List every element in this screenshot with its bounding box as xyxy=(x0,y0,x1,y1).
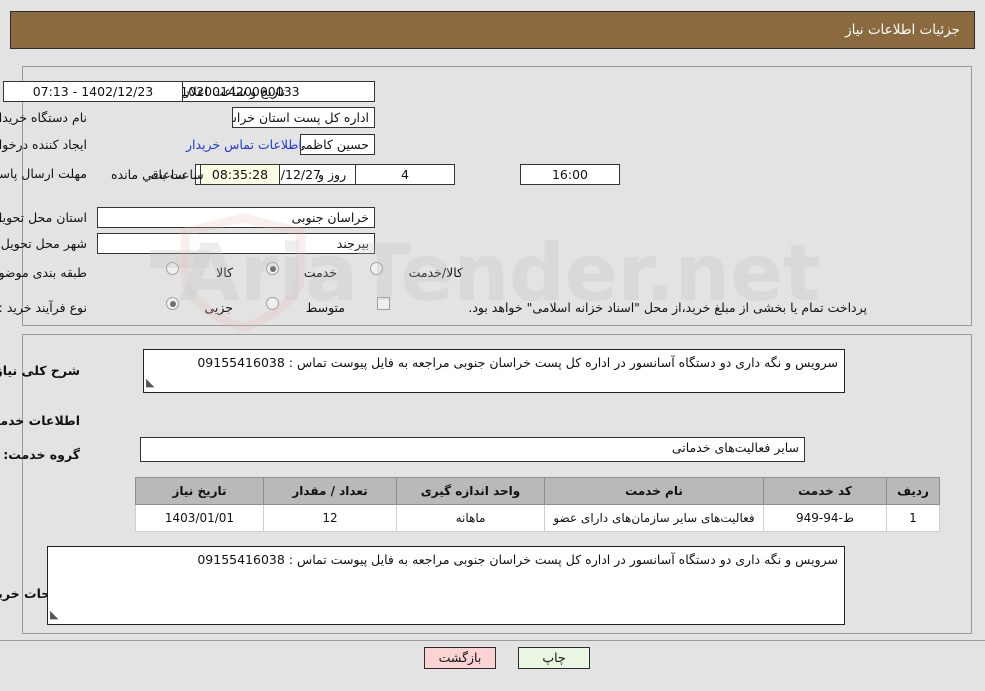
page-title-bar: جزئیات اطلاعات نیاز xyxy=(10,11,975,49)
print-button[interactable]: چاپ xyxy=(518,647,590,669)
request-creator-field[interactable]: حسین کاظمی انباردار اداره کل پست استان خ… xyxy=(300,134,375,155)
resize-grip-icon-2[interactable]: ◢ xyxy=(50,606,58,623)
label-service-group: گروه خدمت: xyxy=(3,447,80,462)
col-name: نام خدمت xyxy=(544,477,764,505)
services-section-title: اطلاعات خدمات مورد نیاز xyxy=(0,413,80,428)
treasury-bond-checkbox[interactable] xyxy=(377,297,390,310)
general-desc-textarea[interactable]: سرویس و نگه داری دو دستگاه آسانسور در اد… xyxy=(143,349,845,393)
label-deadline: مهلت ارسال پاسخ: تا تاریخ: xyxy=(0,166,87,181)
days-left-field[interactable]: 4 xyxy=(355,164,455,185)
cell-name: فعالیت‌های سایر سازمان‌های دارای عضو xyxy=(544,504,764,532)
deadline-hour-field[interactable]: 16:00 xyxy=(520,164,620,185)
col-code: کد خدمت xyxy=(763,477,887,505)
label-general-desc: شرح کلی نیاز: xyxy=(0,363,80,378)
cell-radif: 1 xyxy=(886,504,940,532)
col-date: تاریخ نیاز xyxy=(135,477,264,505)
cell-code: ط-94-949 xyxy=(763,504,887,532)
buyer-notes-value: سرویس و نگه داری دو دستگاه آسانسور در اد… xyxy=(197,552,838,567)
radio-category-khedmat-label: خدمت xyxy=(303,265,337,280)
cell-date: 1403/01/01 xyxy=(135,504,264,532)
col-unit: واحد اندازه گیری xyxy=(396,477,545,505)
resize-grip-icon[interactable]: ◢ xyxy=(146,374,154,391)
radio-category-kala-khedmat[interactable] xyxy=(370,262,383,275)
col-quantity: تعداد / مقدار xyxy=(263,477,397,505)
delivery-city-field[interactable]: بیرجند xyxy=(97,233,375,254)
radio-process-jozee[interactable] xyxy=(166,297,179,310)
radio-category-kala-khedmat-label: کالا/خدمت xyxy=(408,265,463,280)
label-delivery-province: استان محل تحویل: xyxy=(0,210,87,225)
radio-category-kala-label: کالا xyxy=(216,265,233,280)
table-header-row: ردیف کد خدمت نام خدمت واحد اندازه گیری ت… xyxy=(135,477,940,505)
label-days-word: روز و xyxy=(318,167,347,182)
services-table: ردیف کد خدمت نام خدمت واحد اندازه گیری ت… xyxy=(135,477,940,532)
cell-quantity: 12 xyxy=(263,504,397,532)
label-delivery-city: شهر محل تحویل: xyxy=(0,236,87,251)
label-purchase-process: نوع فرآیند خرید : xyxy=(0,300,87,315)
general-desc-value: سرویس و نگه داری دو دستگاه آسانسور در اد… xyxy=(197,355,838,370)
table-row[interactable]: 1 ط-94-949 فعالیت‌های سایر سازمان‌های دا… xyxy=(135,504,940,532)
treasury-bond-label: پرداخت تمام یا بخشی از مبلغ خرید،از محل … xyxy=(468,300,867,315)
buyer-org-field[interactable]: اداره کل پست استان خراسان جنوبی xyxy=(232,107,375,128)
cell-unit: ماهانه xyxy=(396,504,545,532)
label-time-left-suffix: ساعت باقي مانده xyxy=(111,167,204,182)
radio-process-motavasset[interactable] xyxy=(266,297,279,310)
back-button[interactable]: بازگشت xyxy=(424,647,496,669)
footer-divider xyxy=(0,640,985,641)
need-summary-panel xyxy=(22,66,972,326)
label-request-creator: ایجاد کننده درخواست: xyxy=(0,137,87,152)
radio-category-kala[interactable] xyxy=(166,262,179,275)
radio-process-motavasset-label: متوسط xyxy=(305,300,345,315)
radio-process-jozee-label: جزیی xyxy=(204,300,233,315)
label-subject-category: طبقه بندی موضوعی: xyxy=(0,265,87,280)
page-root: جزئیات اطلاعات نیاز AriaTender.net شماره… xyxy=(0,0,985,691)
countdown-field: 08:35:28 xyxy=(200,164,280,185)
col-radif: ردیف xyxy=(886,477,940,505)
label-buyer-org: نام دستگاه خریدار: xyxy=(0,110,87,125)
radio-category-khedmat[interactable] xyxy=(266,262,279,275)
page-title: جزئیات اطلاعات نیاز xyxy=(845,22,960,38)
buyer-contact-link[interactable]: اطلاعات تماس خریدار xyxy=(186,137,302,152)
delivery-province-field[interactable]: خراسان جنوبی xyxy=(97,207,375,228)
service-group-field[interactable]: سایر فعالیت‌های خدماتی xyxy=(140,437,805,462)
buyer-notes-textarea[interactable]: سرویس و نگه داری دو دستگاه آسانسور در اد… xyxy=(47,546,845,625)
announce-datetime-field[interactable]: 1402/12/23 - 07:13 xyxy=(3,81,183,102)
